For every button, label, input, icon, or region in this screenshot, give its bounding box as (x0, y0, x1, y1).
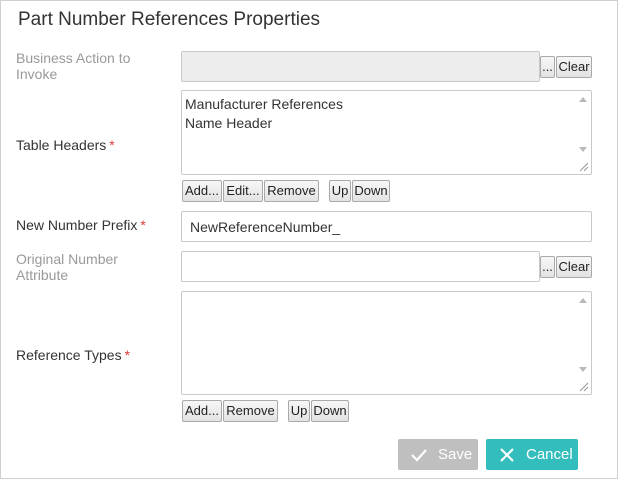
dialog-title: Part Number References Properties (18, 9, 321, 30)
new-number-prefix-input[interactable] (181, 211, 592, 242)
scroll-down-icon[interactable] (579, 147, 587, 152)
scroll-up-icon[interactable] (579, 97, 587, 102)
list-item[interactable]: Name Header (185, 114, 343, 133)
table-headers-up-button[interactable]: Up (329, 180, 351, 202)
resize-grip-icon[interactable] (577, 380, 589, 392)
check-icon (411, 449, 427, 462)
reference-types-add-button[interactable]: Add... (182, 400, 222, 422)
table-headers-add-button[interactable]: Add... (182, 180, 222, 202)
table-headers-label: Table Headers * (16, 137, 115, 153)
required-marker: * (109, 137, 115, 153)
cancel-button[interactable]: Cancel (486, 439, 578, 470)
table-headers-remove-button[interactable]: Remove (264, 180, 319, 202)
list-item[interactable]: Manufacturer References (185, 95, 343, 114)
scroll-up-icon[interactable] (579, 298, 587, 303)
business-action-clear-button[interactable]: Clear (556, 56, 592, 78)
scrollbar[interactable] (577, 93, 589, 156)
save-button[interactable]: Save (398, 439, 478, 470)
table-headers-down-button[interactable]: Down (352, 180, 390, 202)
original-number-attribute-field[interactable] (181, 251, 540, 282)
properties-dialog: Part Number References Properties Busine… (0, 0, 618, 479)
original-number-attribute-clear-button[interactable]: Clear (556, 256, 592, 278)
required-marker: * (124, 347, 131, 363)
resize-grip-icon[interactable] (577, 160, 589, 172)
business-action-browse-button[interactable]: ... (540, 56, 555, 78)
scroll-down-icon[interactable] (579, 367, 587, 372)
reference-types-label: Reference Types * (16, 347, 131, 363)
close-icon (500, 448, 514, 462)
reference-types-down-button[interactable]: Down (311, 400, 349, 422)
required-marker: * (140, 217, 146, 233)
reference-types-list[interactable] (181, 291, 592, 395)
business-action-field (181, 51, 540, 82)
business-action-label: Business Action to Invoke (16, 50, 131, 82)
table-headers-edit-button[interactable]: Edit... (223, 180, 263, 202)
new-number-prefix-label: New Number Prefix * (16, 217, 146, 233)
scrollbar[interactable] (577, 294, 589, 376)
reference-types-up-button[interactable]: Up (288, 400, 310, 422)
reference-types-remove-button[interactable]: Remove (223, 400, 278, 422)
original-number-attribute-browse-button[interactable]: ... (540, 256, 555, 278)
table-headers-list[interactable]: Manufacturer References Name Header (181, 90, 592, 175)
original-number-attribute-label: Original Number Attribute (16, 251, 118, 283)
